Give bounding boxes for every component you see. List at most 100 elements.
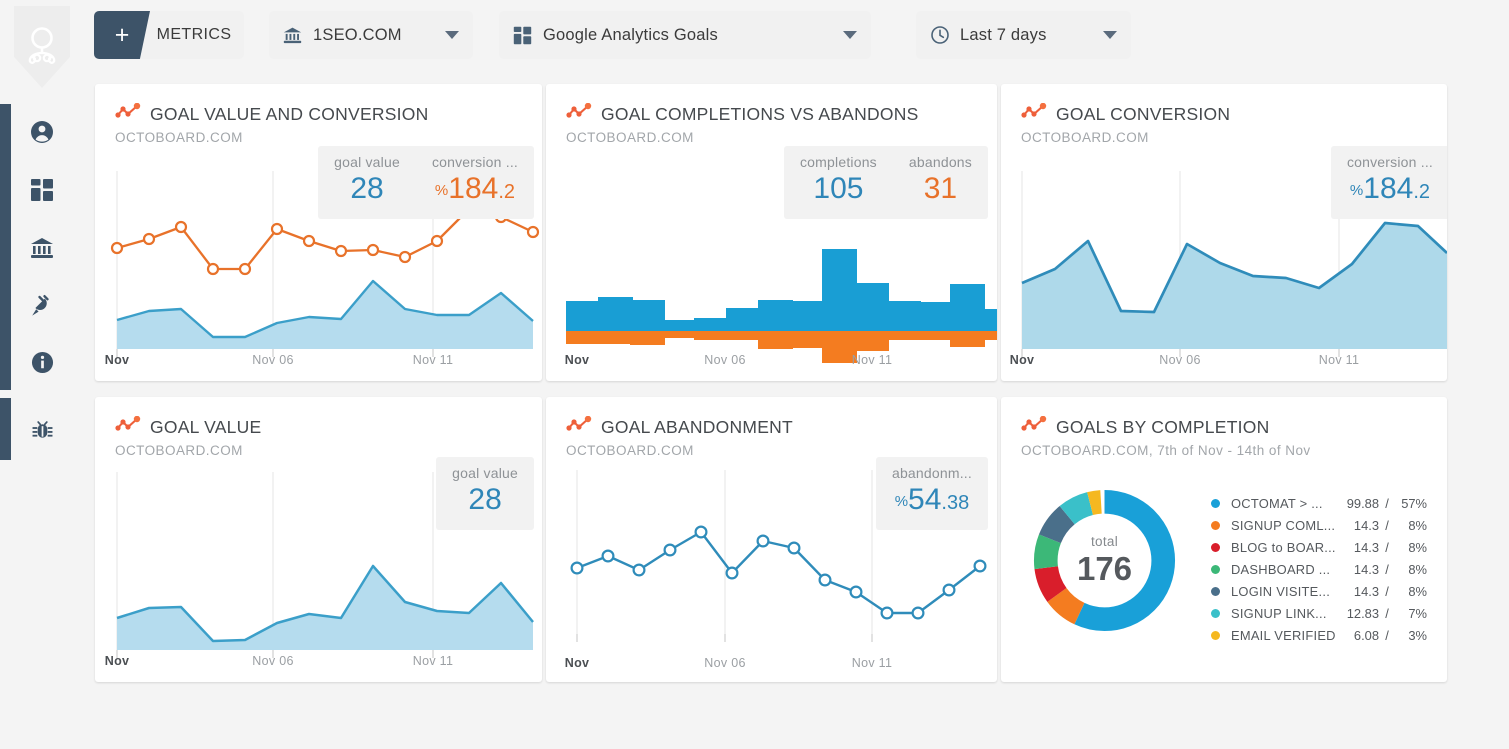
legend-color-swatch: [1211, 520, 1220, 530]
kpi-panel: goal value 28: [436, 457, 534, 530]
dashboard-root: + METRICS 1SEO.COM Google Analytics Goal…: [0, 0, 1509, 749]
legend-value: 14.3: [1353, 517, 1379, 533]
toolbar: + METRICS 1SEO.COM Google Analytics Goal…: [83, 0, 1509, 70]
site-selector[interactable]: 1SEO.COM: [269, 11, 473, 59]
kpi-label: abandonm...: [891, 465, 972, 481]
legend-value: 14.3: [1353, 539, 1379, 555]
legend-value: 6.08: [1353, 627, 1379, 643]
legend-label: OCTOMAT > ...: [1231, 495, 1323, 511]
x-tick: Nov: [564, 656, 590, 670]
widget-subtitle: OCTOBOARD.COM, 7th of Nov - 14th of Nov: [1021, 443, 1311, 458]
sidebar: [0, 0, 83, 749]
widget-goals-by-completion[interactable]: GOALS BY COMPLETION OCTOBOARD.COM, 7th o…: [1001, 397, 1447, 682]
donut-total-label: total: [1090, 533, 1119, 549]
legend-label: SIGNUP LINK...: [1231, 605, 1327, 621]
sidebar-item-bugs[interactable]: [11, 400, 73, 458]
donut-chart: total 176: [1027, 483, 1182, 638]
x-tick: Nov 11: [851, 353, 893, 367]
widget-title: GOAL VALUE AND CONVERSION: [150, 103, 429, 124]
x-tick: Nov 06: [252, 353, 294, 367]
octoboard-logo-icon[interactable]: [22, 22, 62, 70]
plus-icon: +: [94, 11, 150, 59]
x-axis: Nov Nov 06 Nov 11: [95, 654, 542, 670]
x-tick: Nov 06: [704, 353, 746, 367]
legend-percent: 8%: [1408, 561, 1427, 577]
sidebar-active-indicator-top: [0, 104, 11, 390]
legend-item[interactable]: EMAIL VERIFIED 6.08 / 3%: [1211, 624, 1446, 646]
kpi-label: goal value: [334, 154, 400, 170]
grid-dashboard-icon: [513, 26, 539, 45]
widget-goal-abandonment[interactable]: GOAL ABANDONMENT OCTOBOARD.COM abandonm.…: [546, 397, 997, 682]
kpi-label: conversion ...: [1346, 154, 1433, 170]
data-source-selector[interactable]: Google Analytics Goals: [499, 11, 871, 59]
legend-item[interactable]: OCTOMAT > ... 99.88 / 57%: [1211, 492, 1446, 514]
kpi-label: conversion ...: [431, 154, 518, 170]
widget-goal-value-and-conversion[interactable]: GOAL VALUE AND CONVERSION OCTOBOARD.COM …: [95, 84, 542, 381]
legend-item[interactable]: SIGNUP COML... 14.3 / 8%: [1211, 514, 1446, 536]
kpi-panel: conversion ... %184.2: [1330, 146, 1447, 219]
chevron-down-icon: [843, 31, 857, 39]
kpi-panel: abandonm... %54.38: [875, 457, 988, 530]
legend-label: LOGIN VISITE...: [1231, 583, 1331, 599]
kpi-value: %184.2: [434, 172, 516, 205]
legend-label: SIGNUP COML...: [1231, 517, 1336, 533]
kpi-completions: completions 105: [784, 154, 893, 207]
legend-percent: 8%: [1408, 539, 1427, 555]
legend-color-swatch: [1211, 498, 1220, 508]
legend-label: DASHBOARD ...: [1231, 561, 1331, 577]
donut-total-value: 176: [1076, 549, 1133, 587]
kpi-label: goal value: [452, 465, 518, 481]
legend-separator: /: [1385, 583, 1389, 599]
legend-percent: 8%: [1408, 583, 1427, 599]
legend-value: 14.3: [1353, 561, 1379, 577]
kpi-conversion-rate: conversion ... %184.2: [1331, 154, 1447, 207]
x-tick: Nov 06: [252, 654, 294, 668]
legend-item[interactable]: SIGNUP LINK... 12.83 / 7%: [1211, 602, 1446, 624]
kpi-label: completions: [799, 154, 877, 170]
sidebar-item-accounts[interactable]: [11, 219, 73, 277]
legend-color-swatch: [1211, 586, 1220, 596]
kpi-conversion-rate: conversion ... %184.2: [416, 154, 534, 207]
x-tick: Nov: [104, 353, 130, 367]
widget-title: GOALS BY COMPLETION: [1056, 416, 1270, 437]
kpi-value: %54.38: [894, 483, 970, 516]
legend-item[interactable]: LOGIN VISITE... 14.3 / 8%: [1211, 580, 1446, 602]
site-selector-label: 1SEO.COM: [313, 25, 402, 44]
sidebar-item-connectors[interactable]: [11, 277, 73, 335]
donut-legend: OCTOMAT > ... 99.88 / 57% SIGNUP COML...…: [1211, 492, 1446, 646]
widget-goal-completions-vs-abandons[interactable]: GOAL COMPLETIONS VS ABANDONS OCTOBOARD.C…: [546, 84, 997, 381]
kpi-abandons: abandons 31: [893, 154, 988, 207]
donut-center-label: total 176: [1027, 483, 1182, 638]
widget-title: GOAL COMPLETIONS VS ABANDONS: [601, 103, 919, 124]
user-circle-icon: [30, 120, 54, 144]
bank-icon: [30, 236, 54, 260]
data-source-label: Google Analytics Goals: [543, 25, 718, 44]
kpi-label: abandons: [908, 154, 972, 170]
x-tick: Nov 11: [851, 656, 893, 670]
legend-value: 14.3: [1353, 583, 1379, 599]
legend-item[interactable]: DASHBOARD ... 14.3 / 8%: [1211, 558, 1446, 580]
widget-grid: GOAL VALUE AND CONVERSION OCTOBOARD.COM …: [95, 84, 1447, 682]
line-chart-icon: [115, 415, 141, 438]
widget-goal-value[interactable]: GOAL VALUE OCTOBOARD.COM goal value 28 N…: [95, 397, 542, 682]
legend-separator: /: [1385, 605, 1389, 621]
x-tick: Nov 11: [412, 654, 454, 668]
sidebar-item-dashboards[interactable]: [11, 161, 73, 219]
legend-item[interactable]: BLOG to BOAR... 14.3 / 8%: [1211, 536, 1446, 558]
date-range-selector[interactable]: Last 7 days: [916, 11, 1131, 59]
sidebar-item-account[interactable]: [11, 103, 73, 161]
kpi-goal-value: goal value 28: [318, 154, 416, 207]
legend-separator: /: [1385, 539, 1389, 555]
legend-color-swatch: [1211, 630, 1220, 640]
x-axis: Nov Nov 06 Nov 11: [95, 353, 542, 369]
sidebar-item-info[interactable]: [11, 333, 73, 391]
widget-goal-conversion[interactable]: GOAL CONVERSION OCTOBOARD.COM conversion…: [1001, 84, 1447, 381]
clock-icon: [930, 25, 956, 45]
add-metrics-button[interactable]: + METRICS: [94, 11, 244, 59]
x-tick: Nov 06: [1159, 353, 1201, 367]
legend-separator: /: [1385, 517, 1389, 533]
chevron-down-icon: [445, 31, 459, 39]
x-tick: Nov: [104, 654, 130, 668]
kpi-goal-value: goal value 28: [436, 465, 534, 518]
x-tick: Nov: [1009, 353, 1035, 367]
